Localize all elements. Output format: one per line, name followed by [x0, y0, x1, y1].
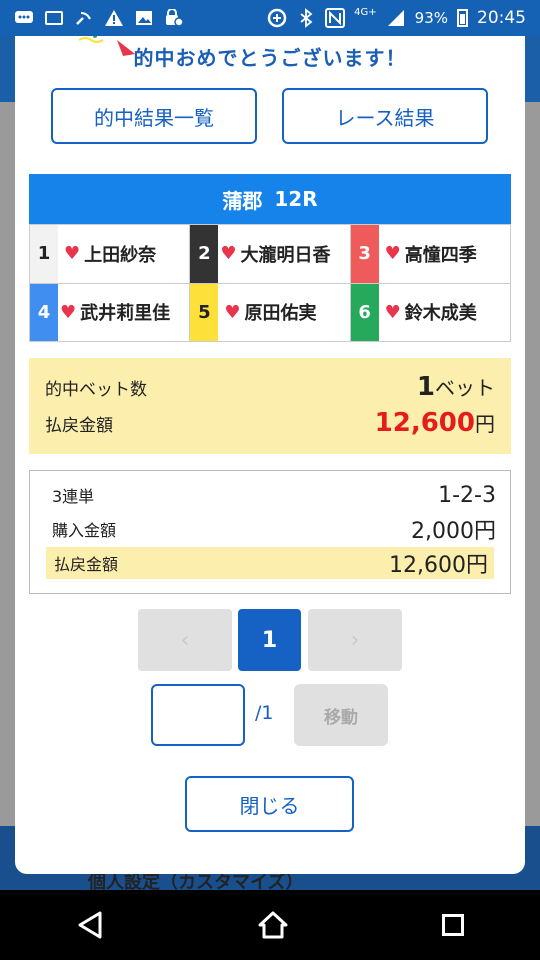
payout-label: 払戻金額 — [45, 416, 113, 436]
home-icon[interactable] — [257, 910, 289, 940]
data-saver-icon — [267, 8, 287, 28]
racer-number: 1 — [30, 225, 58, 283]
prev-page-button[interactable]: ‹ — [138, 609, 232, 671]
heart-icon[interactable]: ♥ — [64, 243, 80, 264]
hit-summary: 的中ベット数 1ベット 払戻金額 12,600円 — [29, 358, 511, 454]
status-bar: 4G+ 93% 20:45 — [0, 0, 540, 36]
racer-cell: 2 ♥ 大瀧明日香 — [190, 224, 351, 283]
clock: 20:45 — [477, 8, 526, 28]
racer-number: 5 — [190, 283, 219, 341]
network-type: 4G+ — [354, 6, 377, 18]
payout-unit: 円 — [475, 412, 495, 436]
warning-icon — [104, 9, 124, 27]
bet-type: 3連単 — [52, 487, 95, 506]
racer-number: 3 — [350, 225, 379, 283]
payout-value: 12,600 — [374, 408, 475, 438]
hit-bets-value: 1 — [416, 372, 435, 402]
racer-name: 鈴木成美 — [404, 303, 477, 325]
purchase-value: 2,000円 — [411, 519, 496, 544]
wifi-call-icon — [74, 9, 94, 27]
current-page-button[interactable]: 1 — [238, 609, 301, 671]
page-number-input[interactable] — [151, 684, 245, 746]
heart-icon[interactable]: ♥ — [60, 302, 76, 323]
hit-result-modal: 的中おめでとうございます！ 的中結果一覧 レース結果 蒲郡 12R 1 ♥ 上田紗… — [15, 36, 525, 874]
hit-result-list-button[interactable]: 的中結果一覧 — [51, 88, 257, 144]
bet-detail: 3連単 1-2-3 購入金額 2,000円 払戻金額 12,600円 — [29, 470, 511, 594]
race-result-button[interactable]: レース結果 — [282, 88, 488, 144]
race-venue: 蒲郡 — [222, 188, 263, 213]
racer-cell: 1 ♥ 上田紗奈 — [30, 224, 191, 283]
bluetooth-icon — [296, 8, 316, 28]
racer-cell: 3 ♥ 高憧四季 — [350, 224, 511, 283]
page-total: /1 — [255, 702, 274, 724]
racer-cell: 4 ♥ 武井莉里佳 — [30, 282, 191, 341]
hit-bets-unit: ベット — [435, 376, 495, 400]
racer-cell: 6 ♥ 鈴木成美 — [350, 282, 511, 341]
racer-cell: 5 ♥ 原田佑実 — [190, 282, 351, 341]
racer-number: 2 — [190, 225, 219, 283]
back-icon[interactable] — [76, 910, 104, 940]
racer-name: 大瀧明日香 — [240, 244, 331, 266]
close-button[interactable]: 閉じる — [185, 776, 354, 832]
race-number: 12R — [274, 187, 318, 211]
heart-icon[interactable]: ♥ — [224, 302, 240, 323]
racer-name: 武井莉里佳 — [80, 303, 171, 325]
hit-bets-label: 的中ベット数 — [45, 380, 147, 400]
racer-name: 高憧四季 — [404, 244, 477, 266]
detail-payout-label: 払戻金額 — [54, 555, 119, 574]
navigation-bar — [0, 890, 540, 960]
heart-icon[interactable]: ♥ — [385, 243, 401, 264]
battery-percent: 93% — [414, 9, 448, 27]
congrats-message: 的中おめでとうございます！ — [133, 46, 407, 70]
racer-grid: 1 ♥ 上田紗奈 2 ♥ 大瀧明日香 3 ♥ 高憧四季 4 ♥ 武井莉里佳 5 ♥ 原田佑… — [29, 224, 511, 342]
settings-lock-icon — [164, 9, 184, 27]
heart-icon[interactable]: ♥ — [220, 243, 236, 264]
purchase-label: 購入金額 — [52, 521, 117, 540]
racer-name: 上田紗奈 — [84, 244, 157, 266]
move-button[interactable]: 移動 — [294, 684, 388, 746]
recent-apps-icon[interactable] — [441, 914, 464, 936]
photo-icon — [44, 9, 64, 27]
message-icon — [14, 9, 34, 27]
racer-number: 4 — [30, 283, 58, 341]
nfc-icon — [325, 8, 346, 28]
battery-icon — [457, 9, 468, 27]
next-page-button[interactable]: › — [308, 609, 402, 671]
bet-combination: 1-2-3 — [438, 482, 496, 508]
detail-payout-value: 12,600円 — [389, 553, 488, 578]
racer-number: 6 — [350, 283, 379, 341]
gallery-icon — [134, 9, 154, 27]
signal-icon — [386, 9, 406, 27]
racer-name: 原田佑実 — [244, 303, 317, 325]
race-header: 蒲郡 12R — [29, 174, 511, 224]
heart-icon[interactable]: ♥ — [385, 302, 401, 323]
